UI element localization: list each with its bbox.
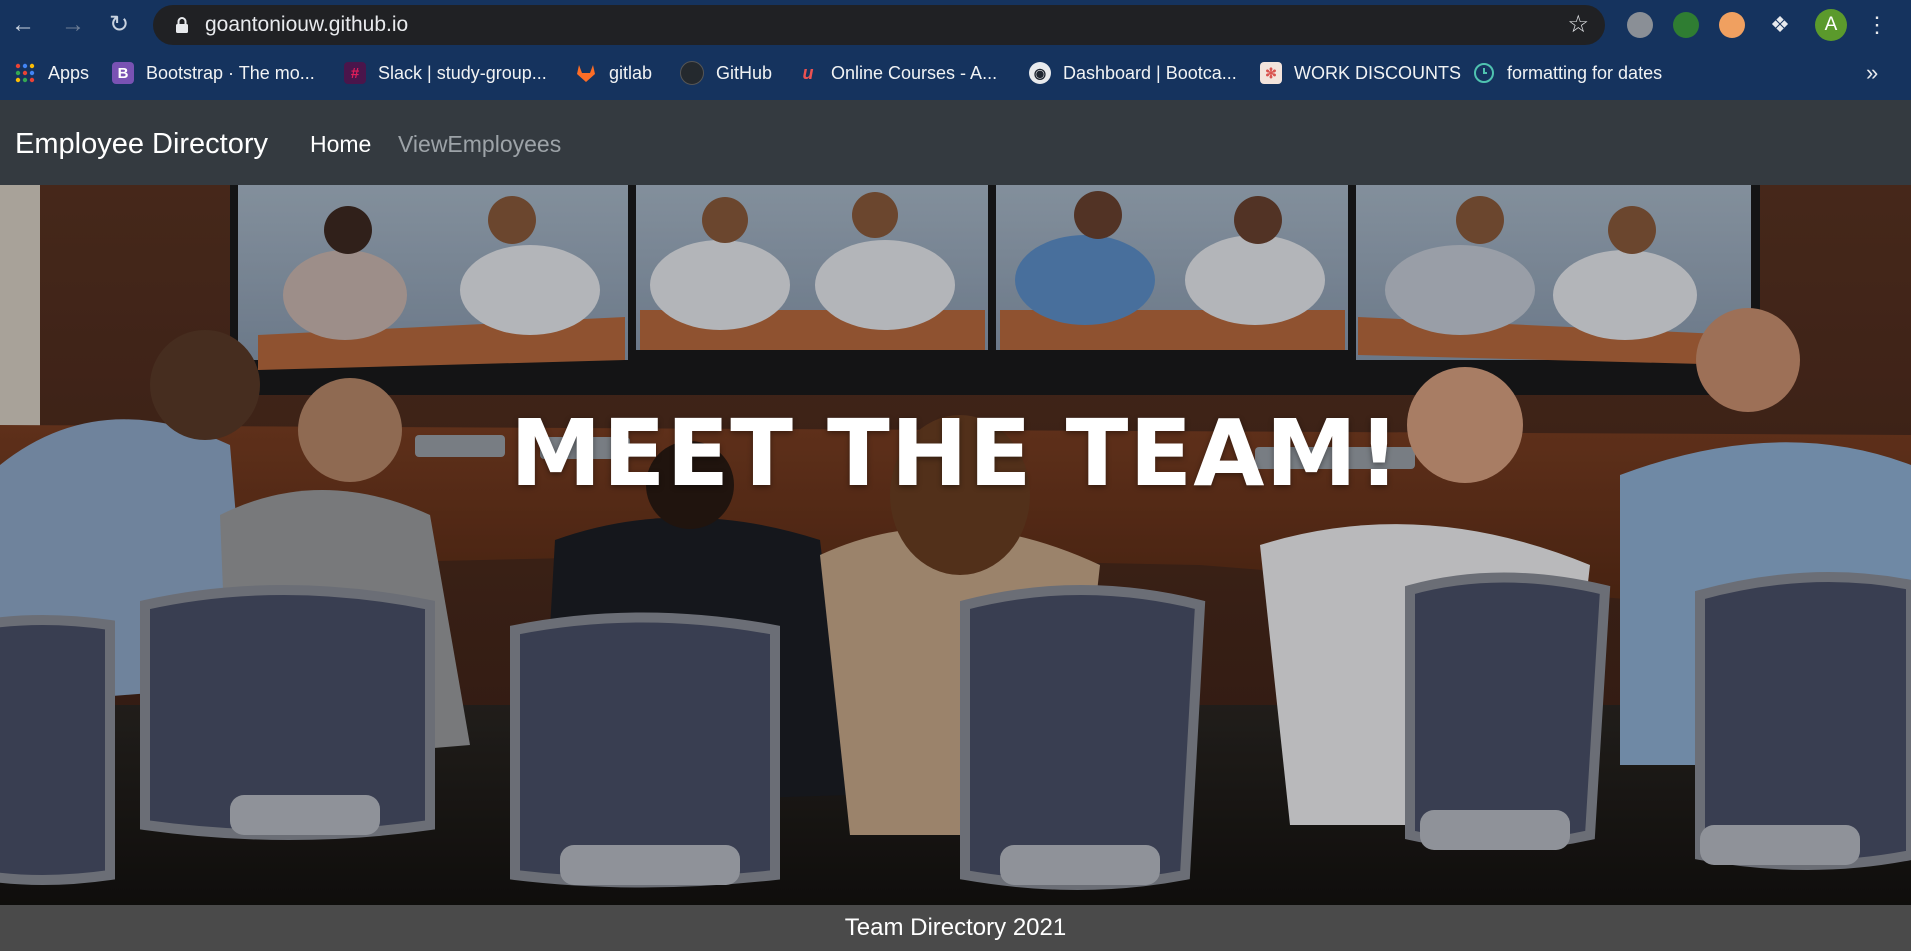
bookmark-label: Bootstrap · The mo...	[146, 62, 315, 83]
browser-toolbar: ← → ↻ goantoniouw.github.io ☆ ❖ A ⋮	[0, 0, 1911, 50]
lock-icon	[176, 17, 188, 33]
bookmark-slack[interactable]: # Slack | study-group...	[344, 58, 547, 88]
browser-chrome: ← → ↻ goantoniouw.github.io ☆ ❖ A ⋮ Apps…	[0, 0, 1911, 100]
url-text: goantoniouw.github.io	[205, 13, 409, 36]
page-footer: Team Directory 2021	[0, 905, 1911, 951]
app-navbar: Employee Directory Home ViewEmployees	[0, 100, 1911, 185]
slack-icon: #	[344, 62, 366, 84]
bookmark-dashboard[interactable]: ◉ Dashboard | Bootca...	[1029, 58, 1237, 88]
bookmark-work-discounts[interactable]: ✻ WORK DISCOUNTS	[1260, 58, 1461, 88]
bookmark-apps[interactable]: Apps	[14, 58, 89, 88]
bookmark-label: GitHub	[716, 62, 773, 83]
bookmark-gitlab[interactable]: gitlab	[575, 58, 652, 88]
nav-link-view-employees[interactable]: ViewEmployees	[398, 100, 561, 188]
bootstrap-icon: B	[112, 62, 134, 84]
reload-icon[interactable]: ↻	[104, 10, 134, 40]
github-icon	[680, 61, 704, 85]
extension-badge-icon[interactable]	[1719, 12, 1745, 38]
bookmark-udemy[interactable]: u Online Courses - A...	[797, 58, 998, 88]
udemy-icon: u	[802, 62, 814, 83]
discount-icon: ✻	[1260, 62, 1282, 84]
navbar-brand[interactable]: Employee Directory	[15, 100, 268, 188]
gitlab-icon	[575, 62, 597, 84]
extension-icon[interactable]	[1627, 12, 1653, 38]
bookmark-label: WORK DISCOUNTS	[1294, 62, 1462, 83]
profile-avatar[interactable]: A	[1815, 9, 1847, 41]
bookmarks-overflow-icon[interactable]: »	[1866, 60, 1878, 86]
address-bar[interactable]: goantoniouw.github.io ☆	[153, 5, 1605, 45]
bookmark-star-icon[interactable]: ☆	[1567, 5, 1589, 45]
bookmark-formatting-dates[interactable]: formatting for dates	[1473, 58, 1662, 88]
bookmark-label: Dashboard | Bootca...	[1063, 62, 1237, 83]
browser-menu-icon[interactable]: ⋮	[1866, 10, 1888, 40]
tree-extension-icon[interactable]	[1673, 12, 1699, 38]
nav-link-home[interactable]: Home	[310, 100, 371, 188]
footer-text: Team Directory 2021	[844, 914, 1067, 941]
hero-title: MEET THE TEAM!	[510, 400, 1401, 507]
conference-room-photo	[0, 185, 1911, 905]
bookmark-label: Online Courses - A...	[831, 62, 998, 83]
bookmarks-bar: Apps B Bootstrap · The mo... # Slack | s…	[0, 52, 1911, 94]
apps-grid-icon	[14, 62, 36, 84]
bookmark-bootstrap[interactable]: B Bootstrap · The mo...	[112, 58, 315, 88]
globe-icon: ◉	[1029, 62, 1051, 84]
clock-icon	[1473, 62, 1495, 84]
back-arrow-icon[interactable]: ←	[8, 10, 38, 40]
bookmark-label: Slack | study-group...	[378, 62, 547, 83]
puzzle-extensions-icon[interactable]: ❖	[1767, 12, 1793, 38]
bookmark-label: gitlab	[609, 62, 653, 83]
hero-banner: MEET THE TEAM!	[0, 185, 1911, 905]
bookmark-label: Apps	[48, 62, 90, 83]
forward-arrow-icon[interactable]: →	[58, 10, 88, 40]
bookmark-github[interactable]: GitHub	[680, 58, 772, 88]
bookmark-label: formatting for dates	[1507, 62, 1663, 83]
